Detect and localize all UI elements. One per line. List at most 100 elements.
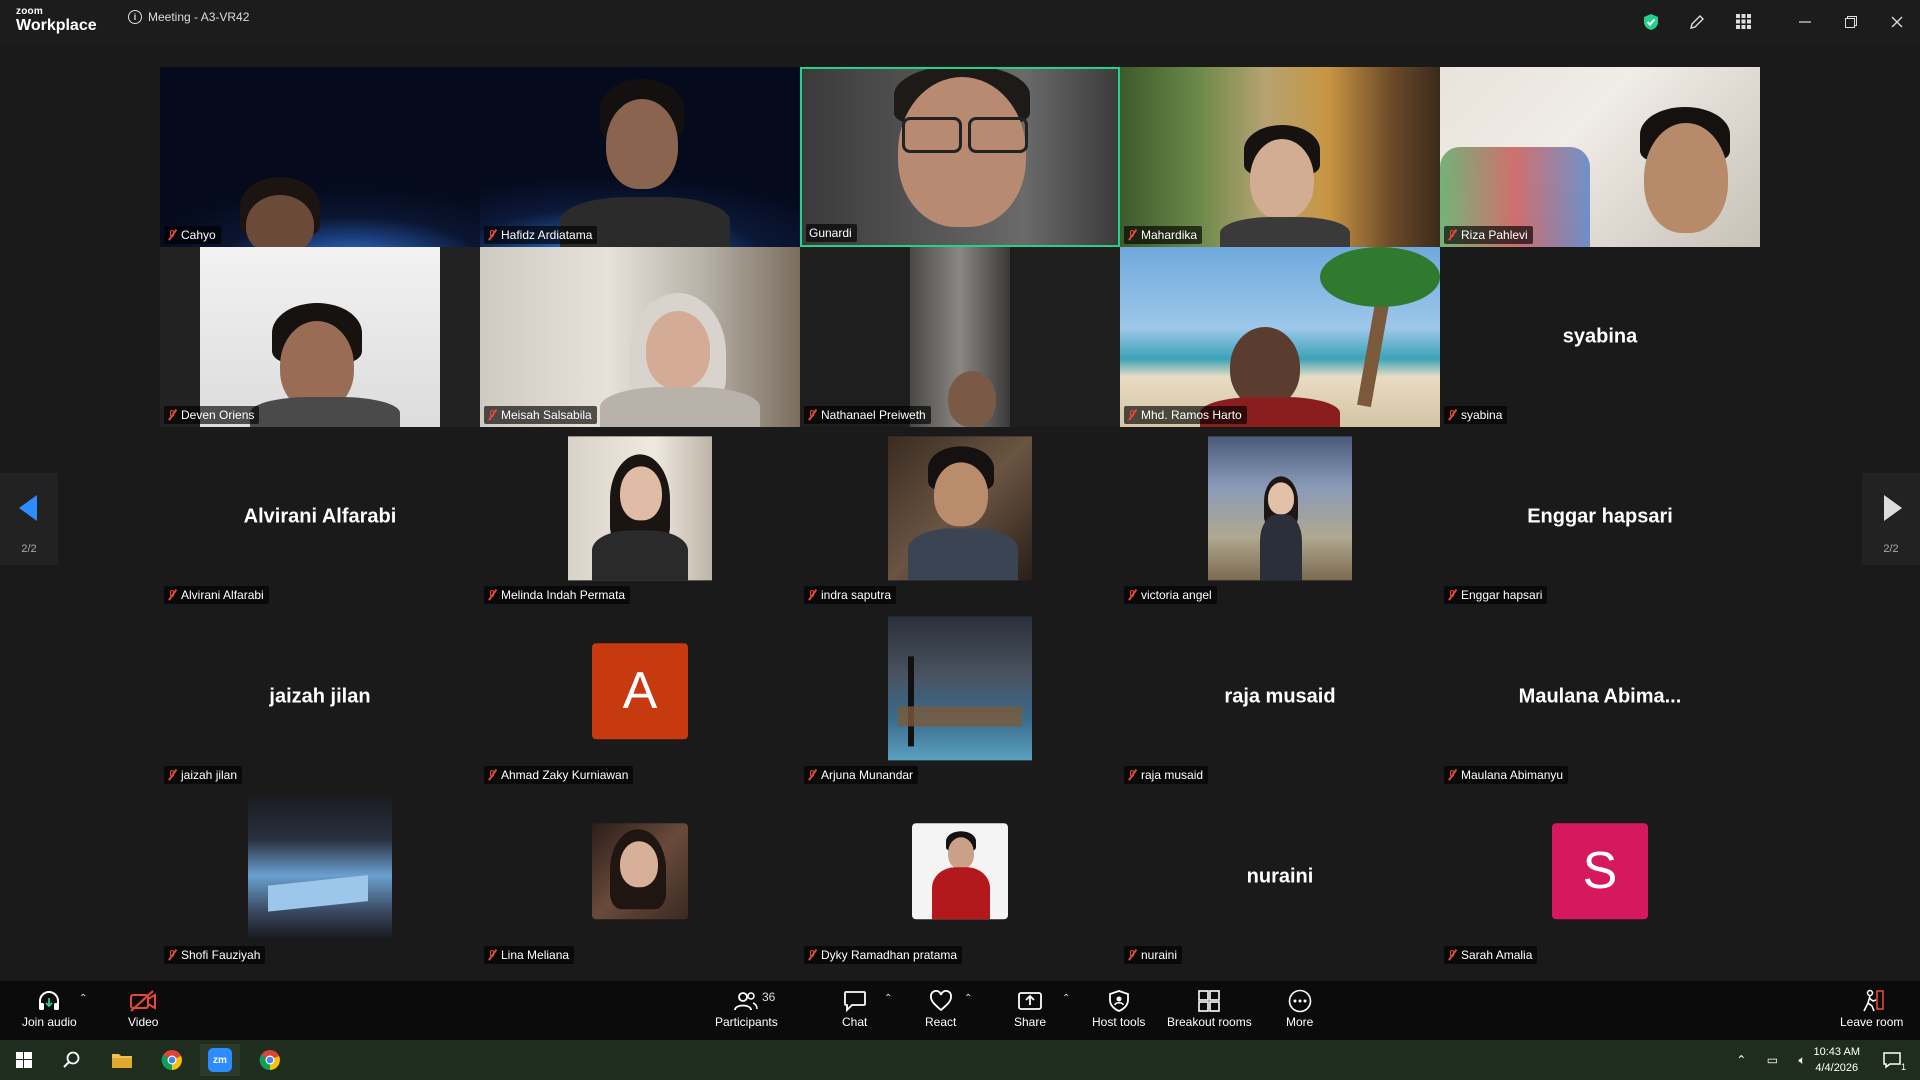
participant-tile[interactable]: Enggar hapsari Enggar hapsari: [1440, 427, 1760, 607]
participant-tile[interactable]: Melinda Indah Permata: [480, 427, 800, 607]
join-audio-button[interactable]: Join audio: [22, 987, 77, 1029]
participant-name: Enggar hapsari: [1461, 588, 1543, 602]
restore-icon[interactable]: [1828, 0, 1874, 43]
name-tag: Gunardi: [806, 224, 857, 242]
muted-mic-icon: [807, 949, 817, 961]
audio-options-caret-icon[interactable]: ⌃: [79, 993, 87, 1004]
search-icon[interactable]: [52, 1044, 92, 1076]
muted-mic-icon: [807, 589, 817, 601]
participant-tile[interactable]: victoria angel: [1120, 427, 1440, 607]
muted-mic-icon: [487, 589, 497, 601]
file-explorer-icon[interactable]: [102, 1044, 142, 1076]
participant-tile[interactable]: Arjuna Munandar: [800, 607, 1120, 787]
participant-tile[interactable]: Hafidz Ardiatama: [480, 67, 800, 247]
windows-start-icon[interactable]: [4, 1044, 44, 1076]
participant-tile[interactable]: Lina Meliana: [480, 787, 800, 967]
chrome-icon[interactable]: [152, 1044, 192, 1076]
name-tag: Deven Oriens: [164, 406, 260, 424]
close-icon[interactable]: [1874, 0, 1920, 43]
next-page-button[interactable]: 2/2: [1862, 473, 1920, 565]
share-button[interactable]: Share: [1014, 987, 1046, 1029]
participant-tile[interactable]: Maulana Abima... Maulana Abimanyu: [1440, 607, 1760, 787]
name-tag: victoria angel: [1124, 586, 1217, 604]
pencil-icon[interactable]: [1674, 0, 1720, 43]
profile-photo: [888, 616, 1032, 761]
participant-tile[interactable]: Dyky Ramadhan pratama: [800, 787, 1120, 967]
react-label: React: [925, 1015, 957, 1029]
participant-name: Lina Meliana: [501, 948, 570, 962]
leave-room-label: Leave room: [1840, 1015, 1904, 1029]
participant-name: Mahardika: [1141, 228, 1198, 242]
more-button[interactable]: More: [1286, 987, 1313, 1029]
participant-tile[interactable]: Meisah Salsabila: [480, 247, 800, 427]
video-feed: [1120, 247, 1440, 427]
avatar-letter: A: [592, 643, 688, 740]
shield-check-icon[interactable]: [1628, 0, 1674, 43]
notification-center-icon[interactable]: 1: [1872, 1044, 1912, 1076]
participant-tile[interactable]: indra saputra: [800, 427, 1120, 607]
participant-tile[interactable]: Deven Oriens: [160, 247, 480, 427]
minimize-icon[interactable]: [1782, 0, 1828, 43]
participant-tile[interactable]: syabina syabina: [1440, 247, 1760, 427]
chat-button[interactable]: Chat: [842, 987, 867, 1029]
participant-grid: Cahyo Hafidz Ardiatama Gunardi Mahardika…: [160, 67, 1760, 967]
chrome-profile-icon[interactable]: [250, 1044, 290, 1076]
breakout-rooms-icon: [1197, 987, 1221, 1015]
breakout-rooms-button[interactable]: Breakout rooms: [1167, 987, 1252, 1029]
participant-tile[interactable]: Alvirani Alfarabi Alvirani Alfarabi: [160, 427, 480, 607]
video-label: Video: [128, 1015, 159, 1029]
participant-name: Mhd. Ramos Harto: [1141, 408, 1242, 422]
tray-chevron-icon[interactable]: ⌃: [1736, 1053, 1746, 1067]
participant-tile[interactable]: Cahyo: [160, 67, 480, 247]
video-feed: [1440, 67, 1760, 247]
participant-tile[interactable]: raja musaid raja musaid: [1120, 607, 1440, 787]
participant-tile[interactable]: Mahardika: [1120, 67, 1440, 247]
video-off-icon: [129, 987, 157, 1015]
name-tag: Sarah Amalia: [1444, 946, 1538, 964]
host-tools-button[interactable]: Host tools: [1092, 987, 1145, 1029]
volume-icon[interactable]: 🔈︎: [1799, 1053, 1806, 1068]
name-tag: Ahmad Zaky Kurniawan: [484, 766, 634, 784]
zoom-taskbar-icon[interactable]: zm: [200, 1044, 240, 1076]
muted-mic-icon: [167, 589, 177, 601]
participant-tile-active-speaker[interactable]: Gunardi: [800, 67, 1120, 247]
name-tag: indra saputra: [804, 586, 897, 604]
prev-page-button[interactable]: 2/2: [0, 473, 58, 565]
meeting-info[interactable]: i Meeting - A3-VR42: [128, 10, 249, 24]
participant-tile[interactable]: nuraini nuraini: [1120, 787, 1440, 967]
taskbar-clock[interactable]: 10:43 AM 4/4/2026: [1814, 1044, 1860, 1076]
leave-room-icon: [1859, 987, 1885, 1015]
host-tools-shield-icon: [1108, 987, 1130, 1015]
participant-display-name: Alvirani Alfarabi: [243, 505, 397, 528]
windows-taskbar: zm ⌃ ▭ 🔈︎ 10:43 AM 4/4/2026 1: [0, 1040, 1920, 1080]
participant-tile[interactable]: Mhd. Ramos Harto: [1120, 247, 1440, 427]
video-feed: [1120, 67, 1440, 247]
chat-options-caret-icon[interactable]: ⌃: [884, 993, 892, 1004]
participant-tile[interactable]: jaizah jilan jaizah jilan: [160, 607, 480, 787]
leave-room-button[interactable]: Leave room: [1840, 987, 1903, 1029]
participant-name: Riza Pahlevi: [1461, 228, 1528, 242]
video-button[interactable]: Video: [128, 987, 158, 1029]
name-tag: Riza Pahlevi: [1444, 226, 1533, 244]
react-options-caret-icon[interactable]: ⌃: [964, 993, 972, 1004]
network-icon[interactable]: ▭: [1767, 1053, 1778, 1067]
participant-name: Deven Oriens: [181, 408, 255, 422]
participant-display-name: raja musaid: [1224, 685, 1336, 708]
info-icon[interactable]: i: [128, 10, 142, 24]
participant-tile[interactable]: Shofi Fauziyah: [160, 787, 480, 967]
breakout-rooms-label: Breakout rooms: [1167, 1015, 1252, 1029]
participant-name: Gunardi: [809, 226, 852, 240]
react-button[interactable]: React: [925, 987, 956, 1029]
share-options-caret-icon[interactable]: ⌃: [1062, 993, 1070, 1004]
name-tag: Maulana Abimanyu: [1444, 766, 1569, 784]
participant-tile[interactable]: Nathanael Preiweth: [800, 247, 1120, 427]
participant-display-name: Maulana Abima...: [1518, 685, 1682, 708]
participant-tile[interactable]: A Ahmad Zaky Kurniawan: [480, 607, 800, 787]
video-feed: [480, 247, 800, 427]
participant-tile[interactable]: Riza Pahlevi: [1440, 67, 1760, 247]
apps-grid-icon[interactable]: [1720, 0, 1766, 43]
participant-tile[interactable]: S Sarah Amalia: [1440, 787, 1760, 967]
avatar-letter: S: [1552, 823, 1648, 920]
participant-name: Cahyo: [181, 228, 216, 242]
participants-label: Participants: [715, 1015, 778, 1029]
